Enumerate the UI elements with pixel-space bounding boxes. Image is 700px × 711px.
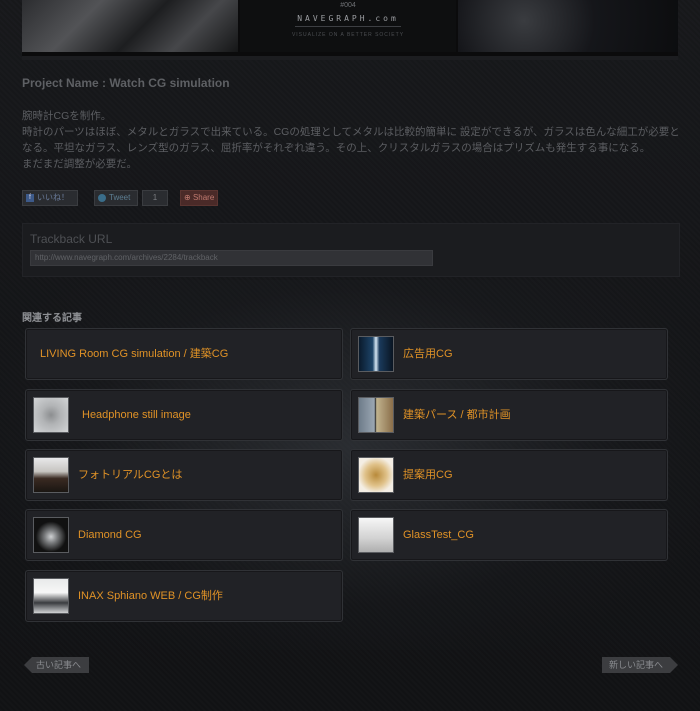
tweet-button[interactable]: Tweet	[94, 190, 138, 206]
banner-divider	[295, 26, 401, 27]
banner-subtitle: VISUALIZE ON A BETTER SOCIETY	[291, 32, 405, 38]
older-posts-button[interactable]: 古い記事へ	[24, 657, 89, 673]
related-article-link[interactable]: Headphone still image	[82, 390, 191, 440]
newer-posts-button[interactable]: 新しい記事へ	[602, 657, 678, 673]
related-article-link[interactable]: フォトリアルCGとは	[78, 450, 182, 500]
description-line-1: 腕時計CGを制作。	[22, 110, 112, 122]
description-line-3: まだまだ調整が必要だ。	[22, 158, 137, 170]
related-article-card[interactable]: LIVING Room CG simulation / 建築CG	[25, 328, 343, 380]
twitter-icon	[98, 194, 106, 202]
description-line-2: 時計のパーツはほぼ、メタルとガラスで出来ている。CGの処理としてメタルは比較的簡…	[22, 126, 680, 154]
facebook-like-button[interactable]: f いいね！	[22, 190, 78, 206]
watch-face-image	[458, 0, 678, 52]
related-article-link[interactable]: GlassTest_CG	[403, 510, 474, 560]
project-description: 腕時計CGを制作。 時計のパーツはほぼ、メタルとガラスで出来ている。CGの処理と…	[22, 108, 682, 172]
ad-thumbnail-image[interactable]	[358, 336, 394, 372]
photoreal-thumbnail-image[interactable]	[33, 457, 69, 493]
banner-number: #004	[340, 2, 356, 9]
related-article-link[interactable]: 提案用CG	[403, 450, 453, 500]
project-banner: #004 NAVEGRAPH.com VISUALIZE ON A BETTER…	[22, 0, 678, 60]
related-article-link[interactable]: 広告用CG	[403, 329, 453, 379]
diamond-thumbnail-image[interactable]	[33, 517, 69, 553]
share-label: Share	[192, 193, 215, 202]
project-title: Project Name : Watch CG simulation	[22, 76, 230, 90]
trackback-title: Trackback URL	[30, 232, 113, 246]
related-article-card[interactable]: フォトリアルCGとは	[25, 449, 343, 501]
related-article-card[interactable]: 提案用CG	[350, 449, 668, 501]
related-article-link[interactable]: INAX Sphiano WEB / CG制作	[78, 571, 223, 621]
glass-thumbnail-image[interactable]	[358, 517, 394, 553]
related-article-link[interactable]: LIVING Room CG simulation / 建築CG	[40, 329, 228, 379]
tweet-label: Tweet	[109, 193, 131, 202]
proposal-thumbnail-image[interactable]	[358, 457, 394, 493]
related-article-card[interactable]: 建築パース / 都市計画	[350, 389, 668, 441]
headphone-thumbnail-image[interactable]	[33, 397, 69, 433]
related-article-card[interactable]: Diamond CG	[25, 509, 343, 561]
related-article-card[interactable]: 広告用CG	[350, 328, 668, 380]
related-article-card[interactable]: INAX Sphiano WEB / CG制作	[25, 570, 343, 622]
architecture-thumbnail-image[interactable]	[358, 397, 394, 433]
tweet-count: 1	[142, 190, 168, 206]
navegraph-logo-panel: #004 NAVEGRAPH.com VISUALIZE ON A BETTER…	[240, 0, 456, 52]
facebook-like-label: いいね！	[37, 193, 69, 202]
facebook-icon: f	[26, 194, 34, 202]
related-article-link[interactable]: Diamond CG	[78, 510, 142, 560]
trackback-section: Trackback URL	[22, 223, 680, 277]
trackback-url-field[interactable]	[30, 250, 433, 266]
inax-thumbnail-image[interactable]	[33, 578, 69, 614]
related-article-card[interactable]: GlassTest_CG	[350, 509, 668, 561]
share-icon: ⊕	[184, 193, 191, 202]
related-article-card[interactable]: Headphone still image	[25, 389, 343, 441]
share-button[interactable]: ⊕ Share	[180, 190, 218, 206]
watch-bracelet-image	[22, 0, 238, 52]
related-article-link[interactable]: 建築パース / 都市計画	[403, 390, 511, 440]
banner-logo-text: NAVEGRAPH.com	[297, 14, 399, 23]
related-articles-title: 関連する記事	[22, 313, 82, 324]
